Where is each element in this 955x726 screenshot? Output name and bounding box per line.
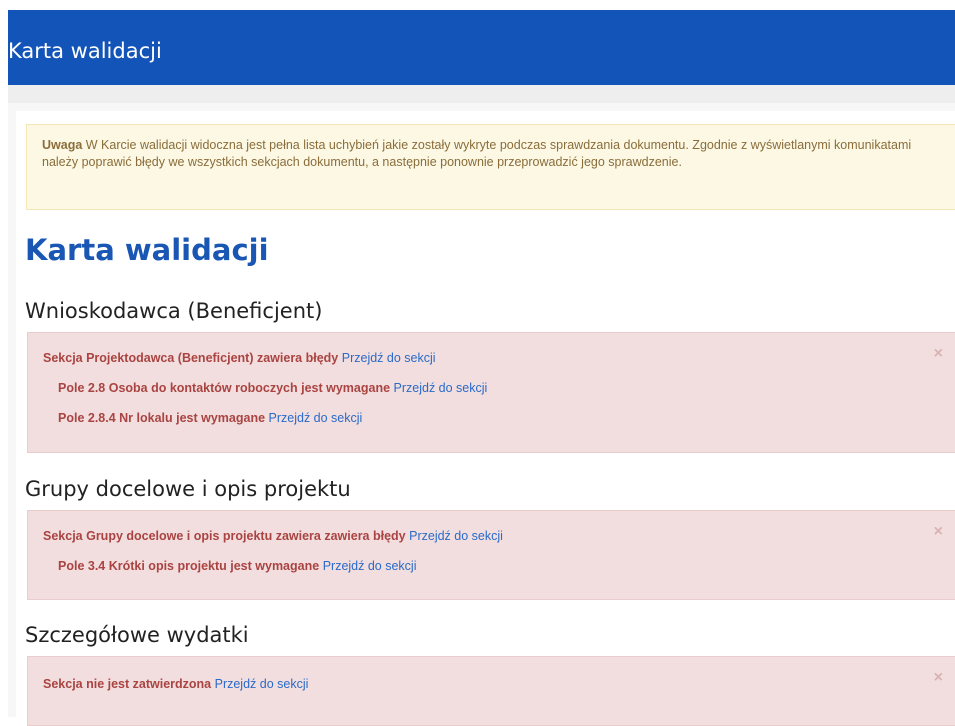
error-item: Pole 2.8.4 Nr lokalu jest wymagane Przej… bbox=[58, 410, 362, 426]
error-alert-grupy: Sekcja Grupy docelowe i opis projektu za… bbox=[27, 510, 955, 600]
page-title: Karta walidacji bbox=[25, 233, 269, 267]
header-title: Karta walidacji bbox=[8, 39, 162, 63]
error-message-text: Sekcja Projektodawca (Beneficjent) zawie… bbox=[43, 351, 339, 365]
error-message-text: Sekcja Grupy docelowe i opis projektu za… bbox=[43, 529, 406, 543]
error-message: Sekcja Projektodawca (Beneficjent) zawie… bbox=[43, 350, 436, 366]
error-message-text: Sekcja nie jest zatwierdzona bbox=[43, 677, 212, 691]
goto-section-link[interactable]: Przejdź do sekcji bbox=[215, 677, 309, 691]
close-icon[interactable]: × bbox=[934, 670, 943, 686]
header-bar: Karta walidacji bbox=[8, 10, 955, 85]
error-item-text: Pole 2.8 Osoba do kontaktów roboczych je… bbox=[58, 381, 391, 395]
close-icon[interactable]: × bbox=[934, 524, 943, 540]
goto-section-link[interactable]: Przejdź do sekcji bbox=[323, 559, 417, 573]
goto-section-link[interactable]: Przejdź do sekcji bbox=[394, 381, 488, 395]
section-title-wydatki: Szczegółowe wydatki bbox=[25, 623, 249, 647]
warning-label: Uwaga bbox=[42, 138, 83, 152]
goto-section-link[interactable]: Przejdź do sekcji bbox=[409, 529, 503, 543]
error-alert-beneficjent: Sekcja Projektodawca (Beneficjent) zawie… bbox=[27, 332, 955, 453]
error-item-text: Pole 3.4 Krótki opis projektu jest wymag… bbox=[58, 559, 320, 573]
error-message: Sekcja nie jest zatwierdzona Przejdź do … bbox=[43, 676, 308, 692]
error-alert-wydatki: Sekcja nie jest zatwierdzona Przejdź do … bbox=[27, 656, 955, 726]
section-title-grupy: Grupy docelowe i opis projektu bbox=[25, 477, 351, 501]
warning-alert: Uwaga W Karcie walidacji widoczna jest p… bbox=[26, 124, 955, 210]
goto-section-link[interactable]: Przejdź do sekcji bbox=[342, 351, 436, 365]
error-item: Pole 2.8 Osoba do kontaktów roboczych je… bbox=[58, 380, 487, 396]
error-item-text: Pole 2.8.4 Nr lokalu jest wymagane bbox=[58, 411, 266, 425]
error-item: Pole 3.4 Krótki opis projektu jest wymag… bbox=[58, 558, 416, 574]
error-message: Sekcja Grupy docelowe i opis projektu za… bbox=[43, 528, 503, 544]
goto-section-link[interactable]: Przejdź do sekcji bbox=[269, 411, 363, 425]
close-icon[interactable]: × bbox=[934, 346, 943, 362]
header-divider bbox=[8, 85, 955, 103]
warning-text: W Karcie walidacji widoczna jest pełna l… bbox=[42, 138, 912, 169]
section-title-beneficjent: Wnioskodawca (Beneficjent) bbox=[25, 299, 323, 323]
